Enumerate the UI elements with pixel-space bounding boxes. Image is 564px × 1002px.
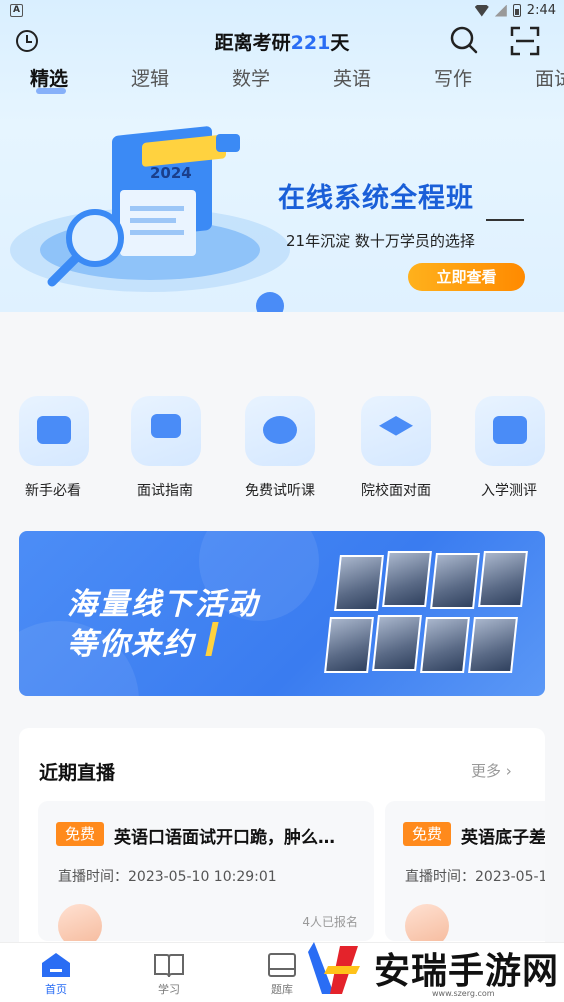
banner-divider (486, 219, 524, 221)
status-icons: 2:44 (474, 3, 556, 18)
countdown-suffix: 天 (330, 32, 350, 54)
nav-home[interactable]: 首页 (16, 943, 96, 1002)
more-label: 更多 (471, 762, 502, 780)
book-icon (154, 954, 184, 978)
activity-photo (468, 617, 518, 673)
watermark-logo-icon (308, 942, 360, 994)
quick-label-free-trial: 免费试听课 (245, 483, 315, 499)
live-item-title: 英语口语面试开口跪，肿么… (114, 828, 335, 848)
recent-live-section: 近期直播 更多 › 免费 英语口语面试开口跪，肿么… 直播时间：2023-05-… (19, 728, 545, 968)
activity-photo (478, 551, 528, 607)
home-icon (42, 953, 70, 977)
live-item[interactable]: 免费 英语口语面试开口跪，肿么… 直播时间：2023-05-10 10:29:0… (38, 801, 374, 941)
watermark-url: www.szerg.com (432, 989, 495, 998)
free-badge: 免费 (403, 822, 451, 846)
watermark: 安瑞手游网 www.szerg.com (300, 936, 564, 1002)
banner-illustration: 2024 (10, 126, 290, 320)
avatar (58, 904, 102, 941)
chevron-right-icon: › (505, 762, 512, 780)
quick-label-assessment: 入学测评 (481, 483, 537, 499)
quick-label-school-face: 院校面对面 (361, 483, 431, 499)
banner-subtitle: 21年沉淀 数十万学员的选择 (286, 232, 475, 250)
clock-board-icon (493, 416, 527, 444)
quick-entry-school-face[interactable] (361, 396, 431, 466)
status-bar: A 2:44 (0, 0, 564, 24)
tab-logic[interactable]: 逻辑 (131, 64, 169, 91)
chat-play-icon (263, 416, 297, 444)
battery-icon (512, 4, 521, 17)
quick-entry-interview-guide[interactable] (131, 396, 201, 466)
nav-study[interactable]: 学习 (129, 943, 209, 1002)
top-bar: 距离考研221天 (0, 24, 564, 60)
screen-play-icon (151, 414, 181, 438)
watermark-text: 安瑞手游网 (374, 950, 560, 992)
quick-entry-free-trial[interactable] (245, 396, 315, 466)
live-item-time: 直播时间：2023-05-1 (405, 869, 545, 885)
activity-photo (430, 553, 480, 609)
live-item[interactable]: 免费 英语底子差 直播时间：2023-05-1 (385, 801, 545, 941)
quick-entry-beginner[interactable] (19, 396, 89, 466)
tab-math[interactable]: 数学 (232, 64, 270, 91)
category-tabs: 精选 逻辑 数学 英语 写作 面试 (0, 64, 564, 98)
activity-photo (372, 615, 422, 671)
nav-label-home: 首页 (45, 983, 67, 996)
tab-english[interactable]: 英语 (333, 64, 371, 91)
graduation-cap-icon (379, 416, 413, 436)
activity-photo (420, 617, 470, 673)
banner-view-button[interactable]: 立即查看 (408, 263, 525, 291)
banner-year: 2024 (150, 164, 192, 182)
wifi-icon (474, 4, 489, 17)
tab-writing[interactable]: 写作 (434, 64, 472, 91)
video-icon (37, 416, 71, 444)
countdown-days: 221 (290, 32, 331, 54)
offline-activity-banner[interactable]: 海量线下活动 等你来约 (19, 531, 545, 696)
quick-label-beginner: 新手必看 (25, 483, 81, 499)
free-badge: 免费 (56, 822, 104, 846)
countdown-prefix: 距离考研 (214, 32, 291, 54)
notification-icon: A (10, 4, 23, 17)
tab-featured[interactable]: 精选 (30, 64, 68, 91)
activity-title-line1: 海量线下活动 (67, 587, 259, 622)
nav-label-study: 学习 (158, 983, 180, 996)
question-bank-icon (268, 953, 296, 977)
signal-icon (494, 4, 507, 17)
activity-accent-bar (205, 622, 219, 656)
banner-title: 在线系统全程班 (278, 183, 474, 214)
activity-title-line2: 等你来约 (67, 627, 195, 662)
status-time: 2:44 (526, 3, 556, 18)
more-link[interactable]: 更多 › (471, 760, 512, 781)
quick-entry-assessment[interactable] (475, 396, 545, 466)
activity-photo (324, 617, 374, 673)
activity-photo (382, 551, 432, 607)
live-item-time: 直播时间：2023-05-10 10:29:01 (58, 869, 277, 885)
live-item-signups: 4人已报名 (302, 915, 358, 929)
search-icon[interactable] (450, 26, 478, 54)
tab-interview[interactable]: 面试 (535, 64, 564, 91)
live-item-title: 英语底子差 (461, 828, 545, 848)
activity-photo (334, 555, 384, 611)
section-title: 近期直播 (39, 762, 116, 784)
quick-label-interview-guide: 面试指南 (137, 483, 193, 499)
exam-countdown: 距离考研221天 (0, 28, 564, 55)
scan-icon[interactable] (510, 26, 540, 56)
